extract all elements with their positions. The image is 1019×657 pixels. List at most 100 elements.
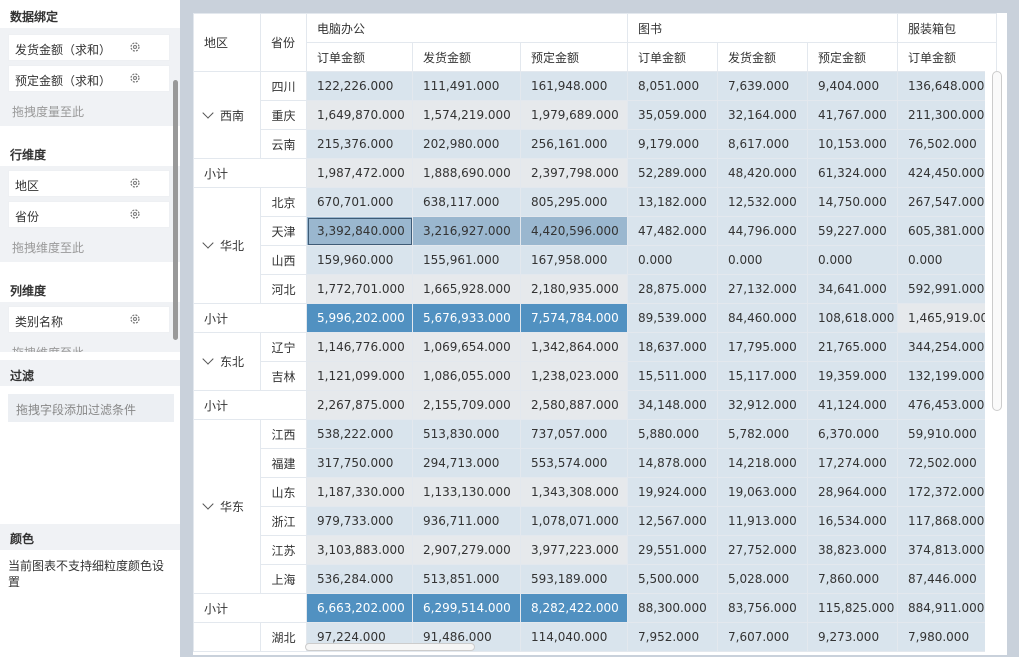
value-cell[interactable]: 117,868.000 (897, 506, 997, 536)
value-cell[interactable]: 267,547.000 (897, 187, 997, 217)
value-cell[interactable]: 32,164.000 (717, 100, 808, 130)
value-cell[interactable]: 10,153.000 (807, 129, 898, 159)
value-cell[interactable]: 513,851.000 (412, 564, 521, 594)
value-cell[interactable]: 1,574,219.000 (412, 100, 521, 130)
value-cell[interactable]: 0.000 (627, 245, 718, 275)
value-cell[interactable]: 122,226.000 (306, 71, 413, 101)
value-cell[interactable]: 1,078,071.000 (520, 506, 628, 536)
value-cell[interactable]: 2,580,887.000 (520, 390, 628, 420)
value-cell[interactable]: 7,639.000 (717, 71, 808, 101)
value-cell[interactable]: 14,878.000 (627, 448, 718, 478)
value-cell[interactable]: 19,063.000 (717, 477, 808, 507)
value-cell[interactable]: 1,133,130.000 (412, 477, 521, 507)
value-cell[interactable]: 14,218.000 (717, 448, 808, 478)
value-cell[interactable]: 7,952.000 (627, 622, 718, 652)
value-cell[interactable]: 136,648.000 (897, 71, 997, 101)
value-cell[interactable]: 61,324.000 (807, 158, 898, 188)
chevron-down-icon[interactable] (202, 237, 214, 249)
value-cell[interactable]: 88,300.000 (627, 593, 718, 623)
value-cell[interactable]: 48,420.000 (717, 158, 808, 188)
value-cell[interactable]: 7,980.000 (897, 622, 997, 652)
chevron-down-icon[interactable] (202, 498, 214, 510)
value-cell[interactable]: 29,551.000 (627, 535, 718, 565)
value-cell[interactable]: 5,996,202.000 (306, 303, 413, 333)
value-cell[interactable]: 8,051.000 (627, 71, 718, 101)
value-cell[interactable]: 17,795.000 (717, 332, 808, 362)
value-cell[interactable]: 87,446.000 (897, 564, 997, 594)
value-cell[interactable]: 2,180,935.000 (520, 274, 628, 304)
value-cell[interactable]: 1,187,330.000 (306, 477, 413, 507)
value-cell[interactable]: 47,482.000 (627, 216, 718, 246)
value-cell[interactable]: 41,124.000 (807, 390, 898, 420)
value-cell[interactable]: 670,701.000 (306, 187, 413, 217)
value-cell[interactable]: 27,132.000 (717, 274, 808, 304)
value-cell[interactable]: 21,765.000 (807, 332, 898, 362)
value-cell[interactable]: 19,924.000 (627, 477, 718, 507)
value-cell[interactable]: 1,238,023.000 (520, 361, 628, 391)
value-cell[interactable]: 2,155,709.000 (412, 390, 521, 420)
value-cell[interactable]: 172,372.000 (897, 477, 997, 507)
value-cell[interactable]: 5,500.000 (627, 564, 718, 594)
value-cell[interactable]: 476,453.000 (897, 390, 997, 420)
value-cell[interactable]: 1,121,099.000 (306, 361, 413, 391)
value-cell[interactable]: 805,295.000 (520, 187, 628, 217)
value-cell[interactable]: 3,977,223.000 (520, 535, 628, 565)
value-cell[interactable]: 536,284.000 (306, 564, 413, 594)
gear-icon[interactable] (129, 177, 141, 189)
region-cell[interactable]: 东北 (193, 332, 261, 391)
value-cell[interactable]: 2,397,798.000 (520, 158, 628, 188)
value-cell[interactable]: 108,618.000 (807, 303, 898, 333)
value-cell[interactable]: 553,574.000 (520, 448, 628, 478)
value-cell[interactable]: 7,607.000 (717, 622, 808, 652)
value-cell[interactable]: 1,465,919.000 (897, 303, 997, 333)
value-cell[interactable]: 9,273.000 (807, 622, 898, 652)
value-cell[interactable]: 884,911.000 (897, 593, 997, 623)
value-cell[interactable]: 167,958.000 (520, 245, 628, 275)
value-cell[interactable]: 317,750.000 (306, 448, 413, 478)
region-cell[interactable]: 华北 (193, 187, 261, 304)
value-cell[interactable]: 52,289.000 (627, 158, 718, 188)
value-cell[interactable]: 84,460.000 (717, 303, 808, 333)
chevron-down-icon[interactable] (202, 106, 214, 119)
value-cell[interactable]: 737,057.000 (520, 419, 628, 449)
filter-drop-zone[interactable]: 拖拽字段添加过滤条件 (8, 394, 174, 422)
value-cell[interactable]: 374,813.000 (897, 535, 997, 565)
value-cell[interactable]: 6,663,202.000 (306, 593, 413, 623)
value-cell[interactable]: 18,637.000 (627, 332, 718, 362)
value-cell[interactable]: 1,987,472.000 (306, 158, 413, 188)
value-cell[interactable]: 1,665,928.000 (412, 274, 521, 304)
value-cell[interactable]: 5,676,933.000 (412, 303, 521, 333)
gear-icon[interactable] (129, 313, 141, 325)
value-cell[interactable]: 17,274.000 (807, 448, 898, 478)
left-panel-scrollbar[interactable] (173, 80, 178, 340)
value-cell[interactable]: 89,539.000 (627, 303, 718, 333)
value-cell[interactable]: 256,161.000 (520, 129, 628, 159)
value-cell[interactable]: 59,910.000 (897, 419, 997, 449)
region-cell[interactable] (193, 622, 261, 652)
value-cell[interactable]: 215,376.000 (306, 129, 413, 159)
value-cell[interactable]: 1,649,870.000 (306, 100, 413, 130)
value-cell[interactable]: 592,991.000 (897, 274, 997, 304)
value-cell[interactable]: 211,300.000 (897, 100, 997, 130)
value-cell[interactable]: 513,830.000 (412, 419, 521, 449)
value-cell[interactable]: 5,880.000 (627, 419, 718, 449)
value-cell[interactable]: 13,182.000 (627, 187, 718, 217)
value-cell[interactable]: 8,282,422.000 (520, 593, 628, 623)
row-dim-field-region[interactable]: 地区 (8, 170, 170, 197)
value-cell[interactable]: 114,040.000 (520, 622, 628, 652)
value-cell[interactable]: 27,752.000 (717, 535, 808, 565)
value-cell[interactable]: 5,782.000 (717, 419, 808, 449)
value-cell[interactable]: 132,199.000 (897, 361, 997, 391)
value-cell[interactable]: 3,216,927.000 (412, 216, 521, 246)
value-cell[interactable]: 161,948.000 (520, 71, 628, 101)
measure-field-shipping[interactable]: 发货金额（求和） (8, 34, 170, 61)
col-dim-field-category[interactable]: 类别名称 (8, 306, 170, 333)
value-cell[interactable]: 6,299,514.000 (412, 593, 521, 623)
value-cell[interactable]: 28,875.000 (627, 274, 718, 304)
chevron-down-icon[interactable] (202, 353, 214, 365)
value-cell[interactable]: 15,511.000 (627, 361, 718, 391)
value-cell[interactable]: 7,860.000 (807, 564, 898, 594)
value-cell[interactable]: 538,222.000 (306, 419, 413, 449)
value-cell[interactable]: 593,189.000 (520, 564, 628, 594)
value-cell[interactable]: 19,359.000 (807, 361, 898, 391)
